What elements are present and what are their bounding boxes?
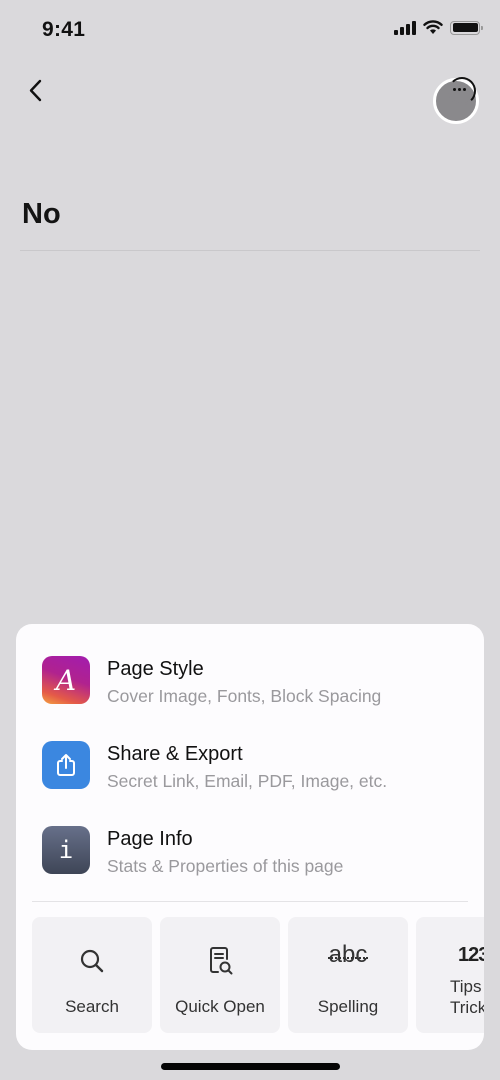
tile-label-line: Trick [450,998,484,1017]
tile-label: Tips Trick [450,976,484,1018]
menu-item-title: Page Style [107,658,204,680]
menu-item-share-export[interactable]: Share & Export Secret Link, Email, PDF, … [16,733,484,813]
menu-item-title: Page Info [107,828,193,850]
tile-label: Spelling [317,997,379,1016]
chevron-left-icon [29,79,42,102]
status-icons [394,20,483,35]
status-bar: 9:41 [0,0,500,60]
numbers-icon: 123 [458,943,484,966]
menu-item-subtitle: Secret Link, Email, PDF, Image, etc. [107,771,388,791]
title-divider [20,250,480,251]
cellular-signal-icon [394,20,416,35]
more-options-button[interactable] [433,77,479,124]
home-indicator[interactable] [161,1063,340,1070]
search-icon [80,949,104,973]
back-button[interactable] [22,74,52,108]
tile-label: Search [65,997,119,1016]
share-icon [42,741,90,789]
battery-icon [450,20,483,35]
tile-label-line: Tips [450,977,482,996]
menu-item-subtitle: Cover Image, Fonts, Block Spacing [107,686,382,706]
quick-actions-row: Search Quick Open abc Spelling 123 Tips … [32,917,484,1033]
tile-quick-open[interactable]: Quick Open [160,917,280,1033]
document-search-icon [210,947,233,975]
ellipsis-dots [453,88,466,91]
sheet-divider [32,901,468,902]
page-title[interactable]: No [22,198,61,231]
menu-item-page-style[interactable]: A Page Style Cover Image, Fonts, Block S… [16,648,484,728]
spelling-icon: abc [328,941,368,968]
tile-label: Quick Open [175,997,265,1016]
menu-item-page-info[interactable]: i Page Info Stats & Properties of this p… [16,818,484,898]
menu-item-subtitle: Stats & Properties of this page [107,856,344,876]
tile-search[interactable]: Search [32,917,152,1033]
spelling-dots [328,957,368,959]
ellipsis-circle-icon [448,77,476,105]
menu-item-title: Share & Export [107,743,243,765]
tile-spelling[interactable]: abc Spelling [288,917,408,1033]
tile-tips-tricks[interactable]: 123 Tips Trick [416,917,484,1033]
info-icon: i [42,826,90,874]
page-options-sheet: A Page Style Cover Image, Fonts, Block S… [16,624,484,1050]
wifi-icon [423,20,443,34]
status-time: 9:41 [42,18,86,41]
page-style-icon: A [42,656,90,704]
